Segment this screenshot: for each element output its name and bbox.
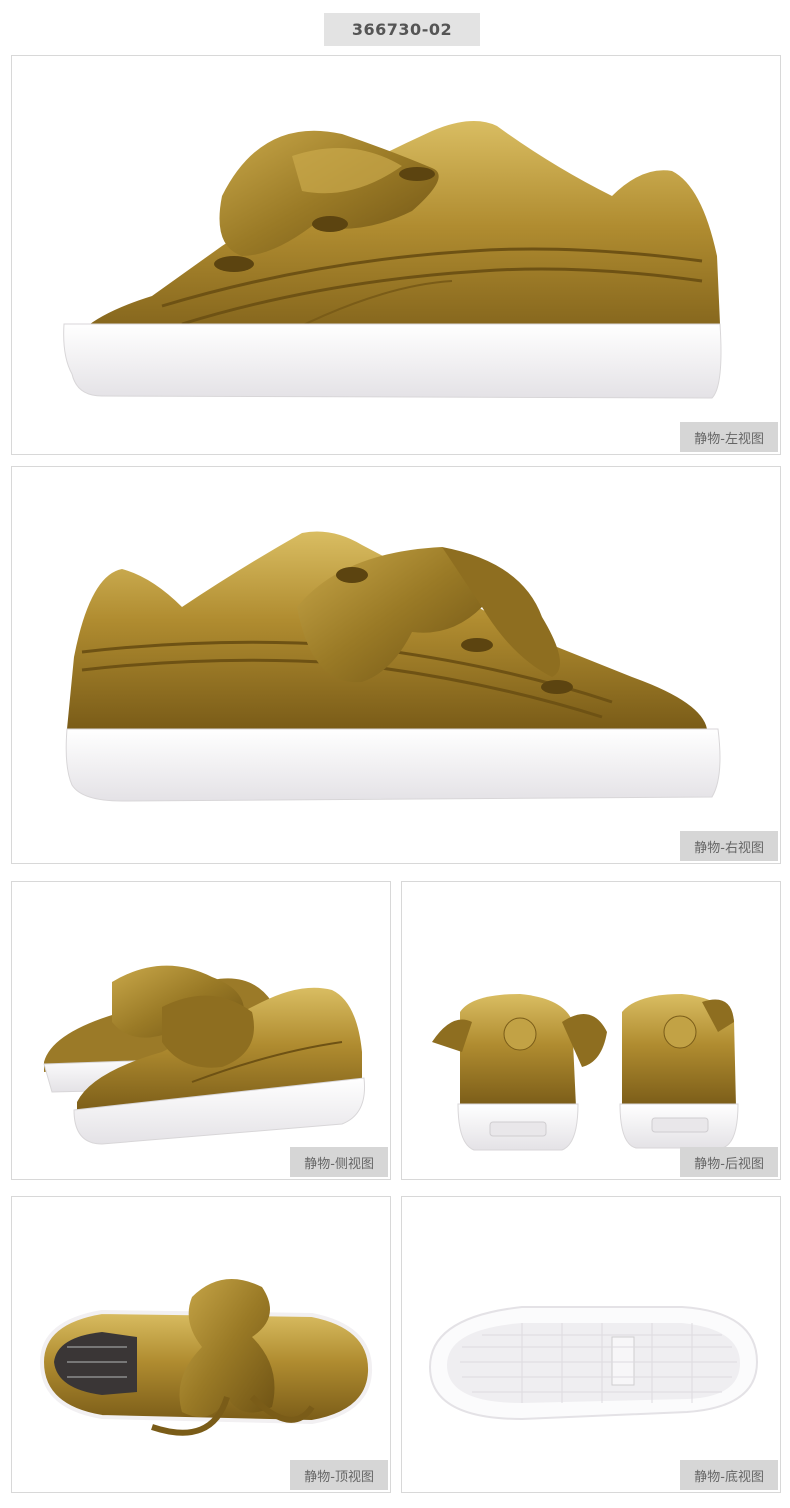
back-view-panel: 静物-后视图 [401,881,781,1180]
view-label-bottom: 静物-底视图 [680,1460,778,1490]
sneaker-left-view-image [63,121,722,399]
view-label-top: 静物-顶视图 [290,1460,388,1490]
sneaker-bottom-view-image [428,1306,759,1421]
product-code-badge: 366730-02 [324,13,480,46]
view-label-side: 静物-侧视图 [290,1147,388,1177]
right-view-panel: 静物-右视图 [11,466,781,864]
sneaker-pair-back-view-image [432,994,739,1151]
left-view-panel: 静物-左视图 [11,55,781,455]
view-label-right: 静物-右视图 [680,831,778,861]
top-view-panel: 静物-顶视图 [11,1196,391,1493]
bottom-view-panel: 静物-底视图 [401,1196,781,1493]
sneaker-pair-side-view-image [43,965,366,1145]
sneaker-right-view-image [65,531,721,802]
sneaker-top-view-image [39,1279,373,1436]
view-label-left: 静物-左视图 [680,422,778,452]
side-view-panel: 静物-侧视图 [11,881,391,1180]
view-label-back: 静物-后视图 [680,1147,778,1177]
